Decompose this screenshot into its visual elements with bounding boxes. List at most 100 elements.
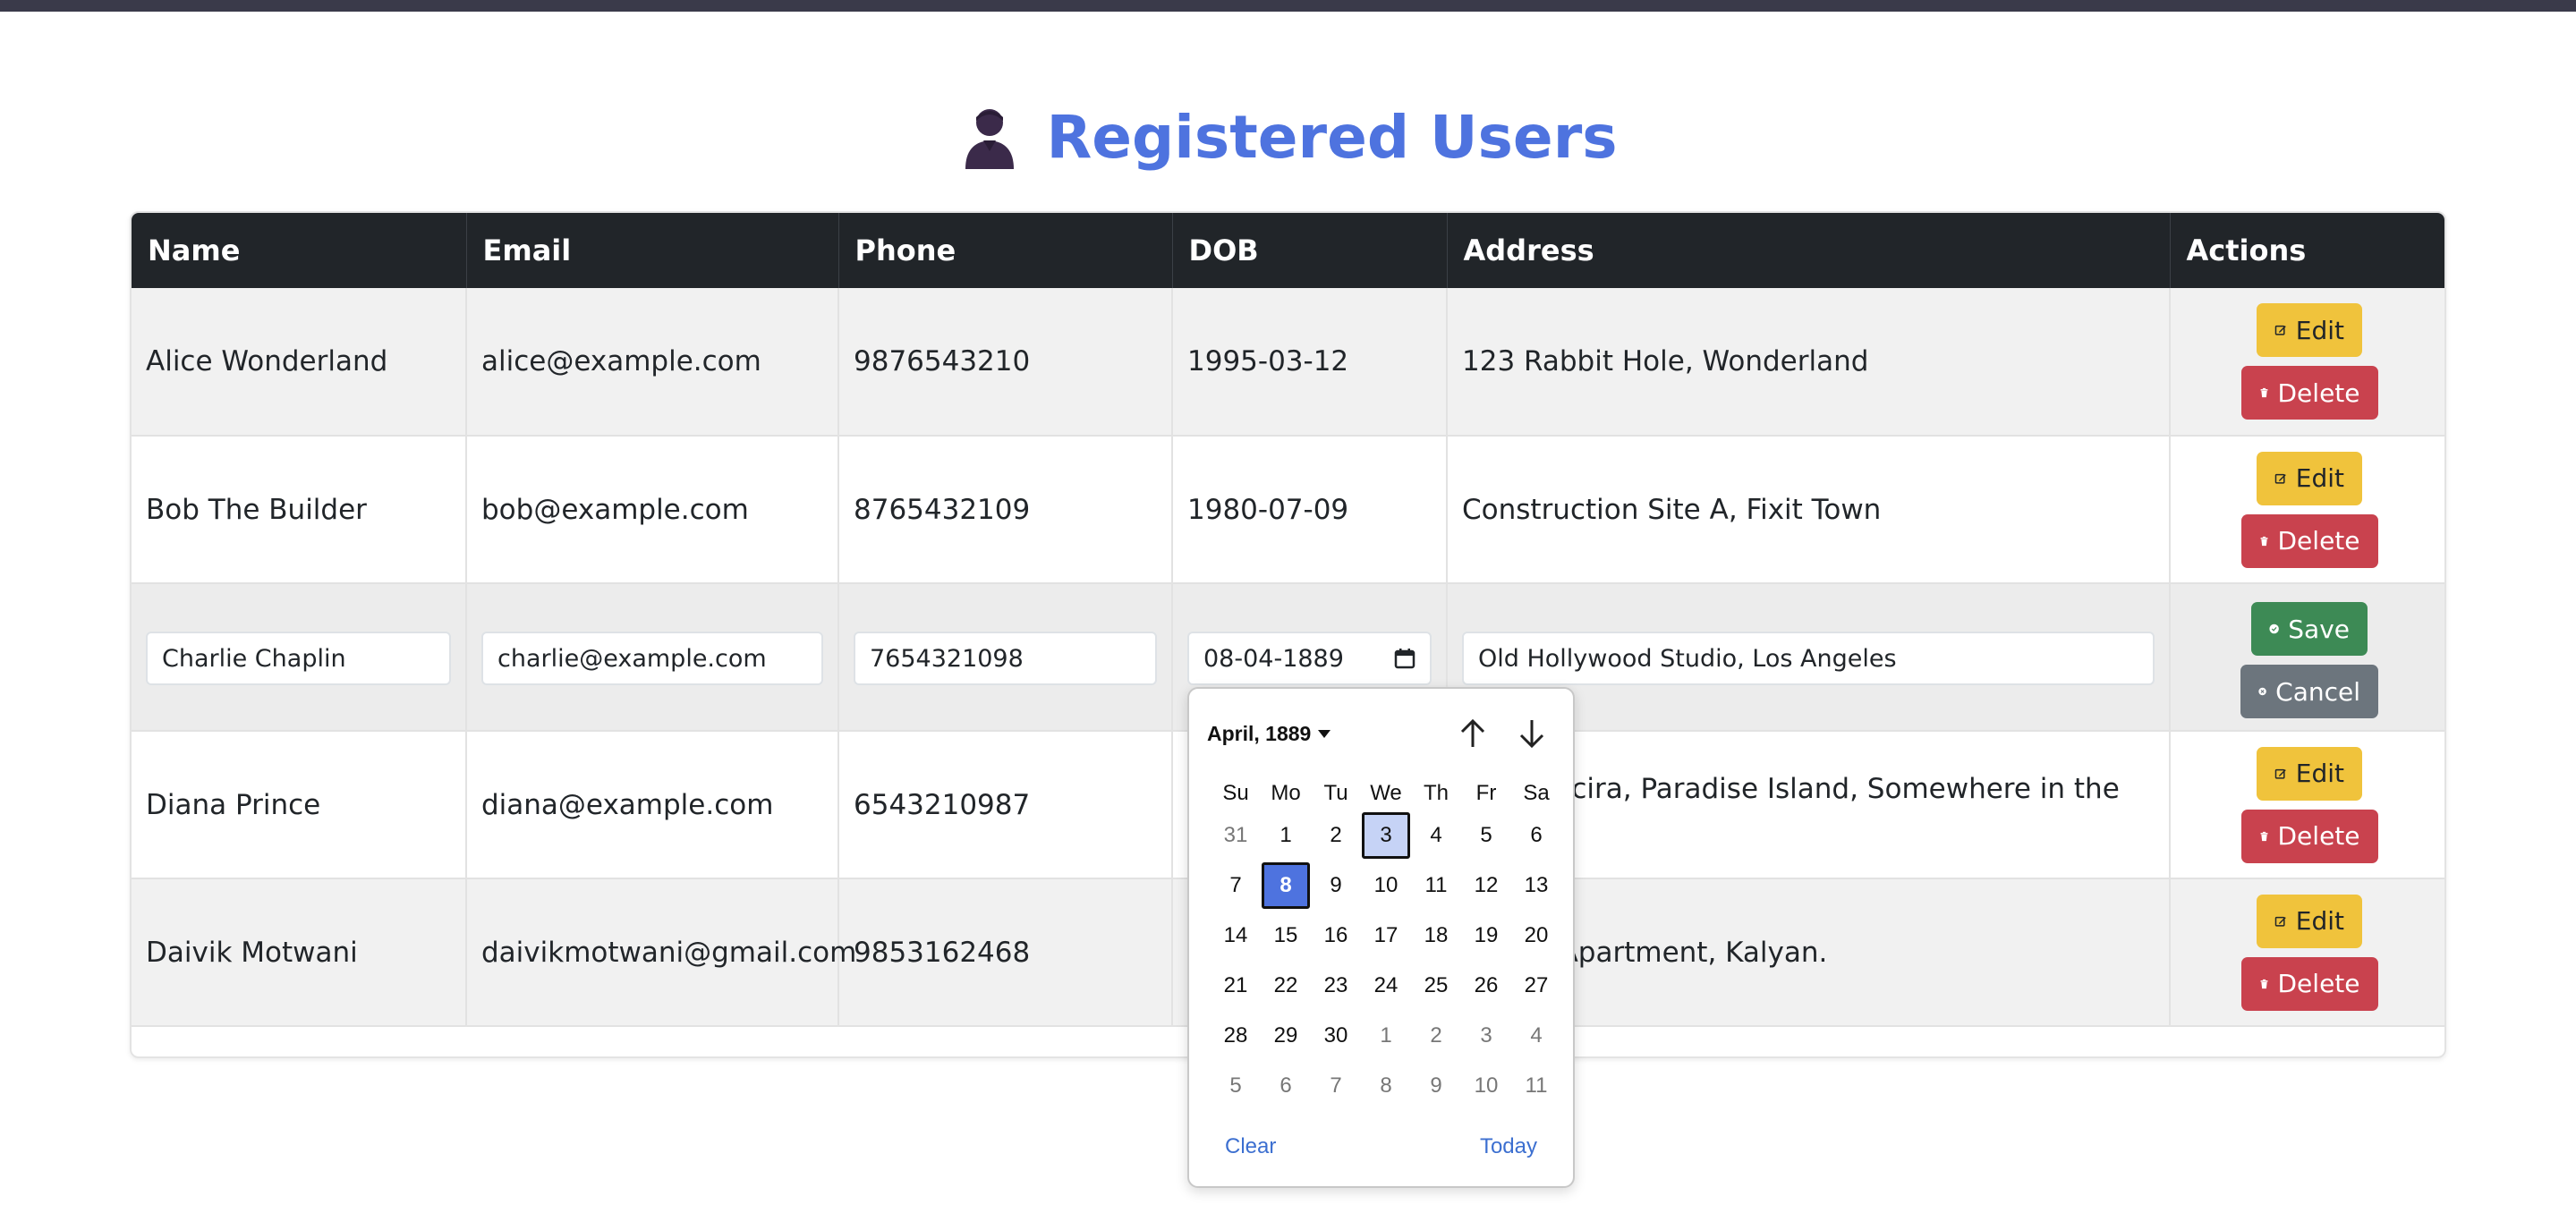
weekday-label: We (1370, 781, 1402, 805)
cell-phone: 8765432109 (838, 436, 1173, 584)
month-year-label: April, 1889 (1207, 721, 1312, 745)
calendar-day[interactable]: 14 (1211, 912, 1260, 959)
calendar-day[interactable]: 17 (1362, 912, 1410, 959)
table-row: Alice Wonderland alice@example.com 98765… (132, 288, 2444, 437)
calendar-day[interactable]: 31 (1211, 812, 1260, 859)
calendar-day[interactable]: 12 (1462, 862, 1510, 909)
trash-icon (2260, 536, 2267, 546)
email-input[interactable]: charlie@example.com (481, 632, 823, 685)
calendar-day[interactable]: 24 (1362, 963, 1410, 1009)
month-year-selector[interactable]: April, 1889 (1207, 722, 1331, 746)
email-input-value: charlie@example.com (497, 644, 767, 673)
cell-actions: Edit Delete (2170, 878, 2444, 1027)
calendar-day[interactable]: 8 (1362, 1063, 1410, 1109)
trash-icon (2260, 387, 2267, 398)
cell-name: Bob The Builder (132, 436, 467, 584)
calendar-day[interactable]: 7 (1211, 862, 1260, 909)
cancel-button[interactable]: Cancel (2240, 665, 2378, 718)
address-input[interactable]: Old Hollywood Studio, Los Angeles (1462, 632, 2155, 685)
cell-address: 123 Rabbit Hole, Wonderland (1447, 288, 2171, 437)
calendar-week-row: 21 22 23 24 25 26 27 (1211, 961, 1561, 1011)
calendar-day[interactable]: 28 (1211, 1013, 1260, 1059)
cell-phone: 6543210987 (838, 731, 1173, 879)
cell-dob: 1980-07-09 (1172, 436, 1448, 584)
edit-button-label: Edit (2295, 759, 2344, 788)
calendar-week-row: 7 8 9 10 11 12 13 (1211, 861, 1561, 911)
calendar-day[interactable]: 10 (1462, 1063, 1510, 1109)
calendar-day[interactable]: 21 (1211, 963, 1260, 1009)
edit-icon (2274, 768, 2286, 779)
address-input-value: Old Hollywood Studio, Los Angeles (1478, 644, 1897, 673)
arrow-up-icon[interactable] (1458, 718, 1487, 749)
delete-button[interactable]: Delete (2240, 956, 2378, 1011)
weekday-label: Tu (1323, 781, 1348, 805)
calendar-day[interactable]: 6 (1512, 812, 1560, 859)
calendar-day[interactable]: 15 (1262, 912, 1310, 959)
calendar-day[interactable]: 22 (1262, 963, 1310, 1009)
calendar-icon[interactable] (1394, 648, 1416, 669)
calendar-day[interactable]: 5 (1462, 812, 1510, 859)
edit-icon (2274, 916, 2286, 927)
dob-input-value: 08-04-1889 (1203, 644, 1344, 673)
cell-phone: 9876543210 (838, 288, 1173, 437)
clear-button[interactable]: Clear (1225, 1134, 1276, 1161)
calendar-day[interactable]: 30 (1312, 1013, 1360, 1059)
user-silhouette-icon (965, 109, 1015, 169)
calendar-day[interactable]: 9 (1312, 862, 1360, 909)
calendar-day[interactable]: 16 (1312, 912, 1360, 959)
calendar-day[interactable]: 10 (1362, 862, 1410, 909)
delete-button[interactable]: Delete (2240, 513, 2378, 568)
save-button-label: Save (2288, 614, 2350, 644)
calendar-day[interactable]: 26 (1462, 963, 1510, 1009)
cell-actions: Edit Delete (2170, 731, 2444, 879)
phone-input[interactable]: 7654321098 (854, 632, 1157, 685)
calendar-day[interactable]: 3 (1462, 1013, 1510, 1059)
calendar-day[interactable]: 1 (1362, 1013, 1410, 1059)
calendar-day[interactable]: 27 (1512, 963, 1560, 1009)
calendar-day[interactable]: 4 (1512, 1013, 1560, 1059)
arrow-down-icon[interactable] (1518, 718, 1546, 749)
calendar-day[interactable]: 4 (1412, 812, 1460, 859)
column-header-name: Name (132, 213, 467, 288)
cell-address: Construction Site A, Fixit Town (1447, 436, 2171, 584)
calendar-day-selected[interactable]: 8 (1262, 862, 1310, 909)
edit-button[interactable]: Edit (2257, 303, 2362, 357)
cell-dob: 1995-03-12 (1172, 288, 1448, 437)
calendar-day[interactable]: 5 (1211, 1063, 1260, 1109)
cancel-button-label: Cancel (2275, 676, 2360, 707)
column-header-dob: DOB (1172, 213, 1448, 288)
calendar-day-hovered[interactable]: 3 (1362, 812, 1410, 859)
calendar-day[interactable]: 1 (1262, 812, 1310, 859)
edit-button[interactable]: Edit (2257, 746, 2362, 801)
calendar-day[interactable]: 25 (1412, 963, 1460, 1009)
weekday-label: Fr (1475, 781, 1497, 805)
today-button[interactable]: Today (1480, 1134, 1537, 1161)
delete-button-label: Delete (2277, 969, 2360, 998)
save-button[interactable]: Save (2251, 602, 2368, 656)
calendar-day[interactable]: 7 (1312, 1063, 1360, 1109)
calendar-day[interactable]: 23 (1312, 963, 1360, 1009)
calendar-day[interactable]: 2 (1312, 812, 1360, 859)
edit-button[interactable]: Edit (2257, 451, 2362, 505)
calendar-day[interactable]: 9 (1412, 1063, 1460, 1109)
calendar-day[interactable]: 29 (1262, 1013, 1310, 1059)
calendar-day[interactable]: 11 (1412, 862, 1460, 909)
edit-button[interactable]: Edit (2257, 894, 2362, 948)
dob-date-input[interactable]: 08-04-1889 (1187, 632, 1432, 685)
calendar-day[interactable]: 11 (1512, 1063, 1560, 1109)
cell-email: alice@example.com (466, 288, 839, 437)
name-input[interactable]: Charlie Chaplin (146, 632, 451, 685)
calendar-day[interactable]: 19 (1462, 912, 1510, 959)
page-title: Registered Users (1046, 102, 1618, 172)
delete-button[interactable]: Delete (2240, 366, 2378, 420)
calendar-day[interactable]: 6 (1262, 1063, 1310, 1109)
calendar-day[interactable]: 2 (1412, 1013, 1460, 1059)
column-header-address: Address (1447, 213, 2171, 288)
column-header-phone: Phone (838, 213, 1173, 288)
calendar-day[interactable]: 18 (1412, 912, 1460, 959)
delete-button[interactable]: Delete (2240, 809, 2378, 863)
phone-input-value: 7654321098 (870, 644, 1024, 673)
calendar-day[interactable]: 20 (1512, 912, 1560, 959)
calendar-day[interactable]: 13 (1512, 862, 1560, 909)
calendar-week-row: 5 6 7 8 9 10 11 (1211, 1061, 1561, 1111)
